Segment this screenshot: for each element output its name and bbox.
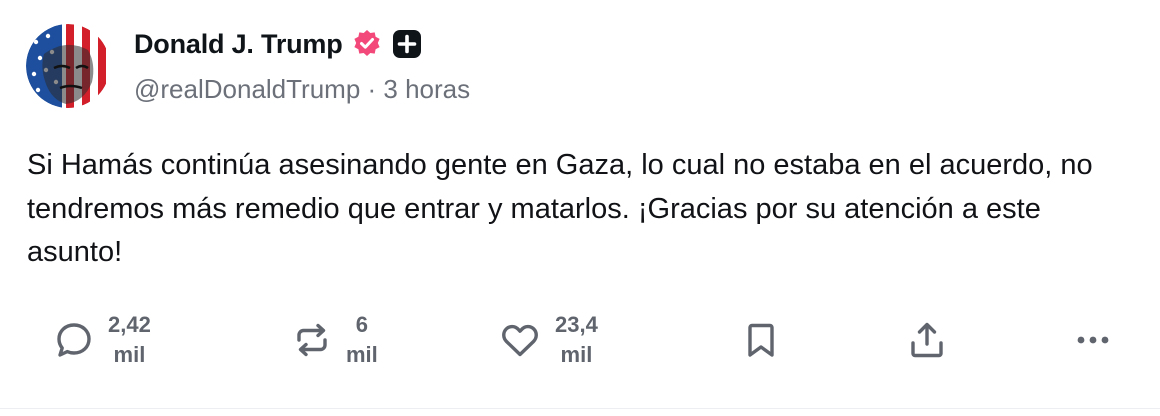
repost-icon [297,323,327,357]
author-handle[interactable]: @realDonaldTrump [134,74,360,104]
share-icon [911,322,943,358]
bookmark-icon [748,323,774,357]
reply-icon [57,323,91,357]
reply-button[interactable]: 2,42 mil [54,300,151,380]
reply-count-unit: mil [113,342,146,367]
reply-count-value: 2,42 [108,312,151,337]
bookmark-button[interactable] [741,300,781,380]
author-display-name[interactable]: Donald J. Trump [134,29,343,60]
more-icon [1077,336,1109,344]
post-card: Donald J. Trump @realDonaldTrump · 3 hor… [0,0,1160,416]
author-name-row: Donald J. Trump [134,24,423,64]
like-count-unit: mil [560,342,593,367]
repost-count-value: 6 [355,312,369,337]
meta-separator: · [360,74,384,104]
author-meta: @realDonaldTrump · 3 horas [134,74,470,105]
avatar-image [26,24,110,108]
more-options-button[interactable] [1073,300,1113,380]
verified-badge-icon [351,28,383,60]
like-count-value: 23,4 [555,312,598,337]
repost-count-unit: mil [346,342,378,367]
post-divider [0,408,1160,409]
reply-count: 2,42 mil [108,310,151,370]
repost-button[interactable]: 6 mil [292,300,378,380]
heart-icon [502,324,538,357]
share-button[interactable] [907,300,947,380]
action-bar: 2,42 mil 6 mil 23,4 mil [0,300,1160,380]
like-button[interactable]: 23,4 mil [499,300,598,380]
like-count: 23,4 mil [555,310,598,370]
post-time[interactable]: 3 horas [383,74,470,104]
avatar[interactable] [26,24,110,108]
repost-count: 6 mil [346,310,378,370]
post-text: Si Hamás continúa asesinando gente en Ga… [27,149,1093,268]
plus-badge-icon [391,28,423,60]
